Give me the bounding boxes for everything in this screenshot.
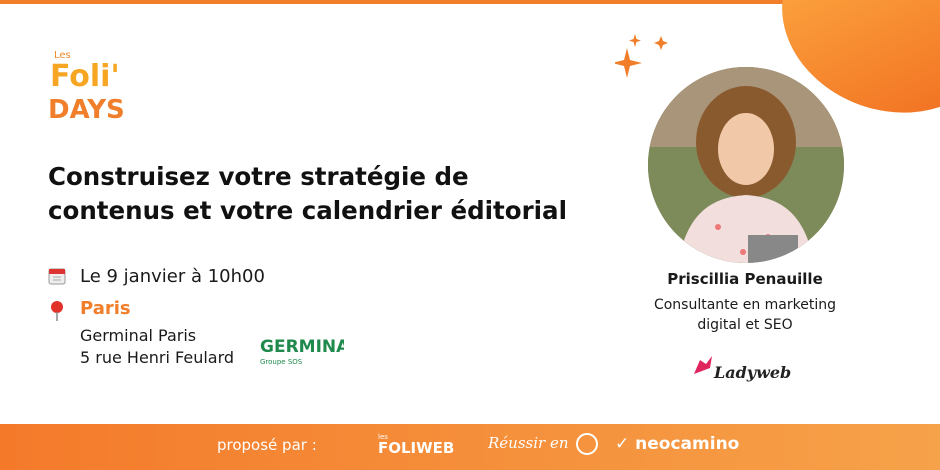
germinal-logo-sub: Groupe SOS xyxy=(260,358,303,366)
title-line-2: contenus et votre calendrier éditorial xyxy=(48,196,567,225)
speaker-role-line-1: Consultante en marketing xyxy=(653,297,837,313)
germinal-logo-text: GERMINAL xyxy=(260,337,344,357)
foliweb-logo: les FOLIWEB xyxy=(378,433,454,457)
reussir-en-logo: Réussir en xyxy=(488,433,599,455)
logo-days-text: DAYS xyxy=(48,95,125,125)
venue-line-2: 5 rue Henri Feulard xyxy=(80,348,235,367)
event-venue: Germinal Paris 5 rue Henri Feulard xyxy=(80,325,234,369)
footer-bar: proposé par : les FOLIWEB Réussir en ✓ n… xyxy=(0,424,940,470)
speaker-role: Consultante en marketing digital et SEO xyxy=(600,295,890,335)
speaker-name: Priscillia Penauille xyxy=(667,270,823,288)
speaker-role-line-2: digital et SEO xyxy=(697,317,793,333)
foliweb-text: FOLIWEB xyxy=(378,439,455,457)
speaker-photo xyxy=(648,67,844,263)
calendar-icon xyxy=(48,267,66,285)
germinal-logo: GERMINAL Groupe SOS xyxy=(258,330,360,370)
reussir-en-text: Réussir en xyxy=(488,434,569,452)
event-card: Les Foli' DAYS Construisez votre stratég… xyxy=(0,0,940,470)
event-date: Le 9 janvier à 10h00 xyxy=(80,265,265,287)
neocamino-text: neocamino xyxy=(635,434,740,454)
event-city: Paris xyxy=(80,298,131,319)
event-title: Construisez votre stratégie de contenus … xyxy=(48,160,608,228)
ladyweb-logo: Ladyweb xyxy=(690,350,800,386)
check-icon: ✓ xyxy=(615,434,630,454)
neocamino-logo: ✓ neocamino xyxy=(615,434,739,454)
date-row: Le 9 janvier à 10h00 xyxy=(48,263,265,289)
sparkle-icon xyxy=(612,30,675,85)
ladyweb-logo-text: Ladyweb xyxy=(713,363,791,382)
fr-circle-icon xyxy=(576,433,599,455)
location-pin-icon xyxy=(48,300,66,322)
venue-line-1: Germinal Paris xyxy=(80,326,197,345)
location-row: Paris Germinal Paris 5 rue Henri Feulard xyxy=(48,298,234,369)
logo-main-text: Foli' xyxy=(50,59,120,94)
foli-days-logo: Les Foli' DAYS xyxy=(40,42,135,126)
proposed-by-label: proposé par : xyxy=(217,436,317,454)
title-line-1: Construisez votre stratégie de xyxy=(48,162,469,191)
